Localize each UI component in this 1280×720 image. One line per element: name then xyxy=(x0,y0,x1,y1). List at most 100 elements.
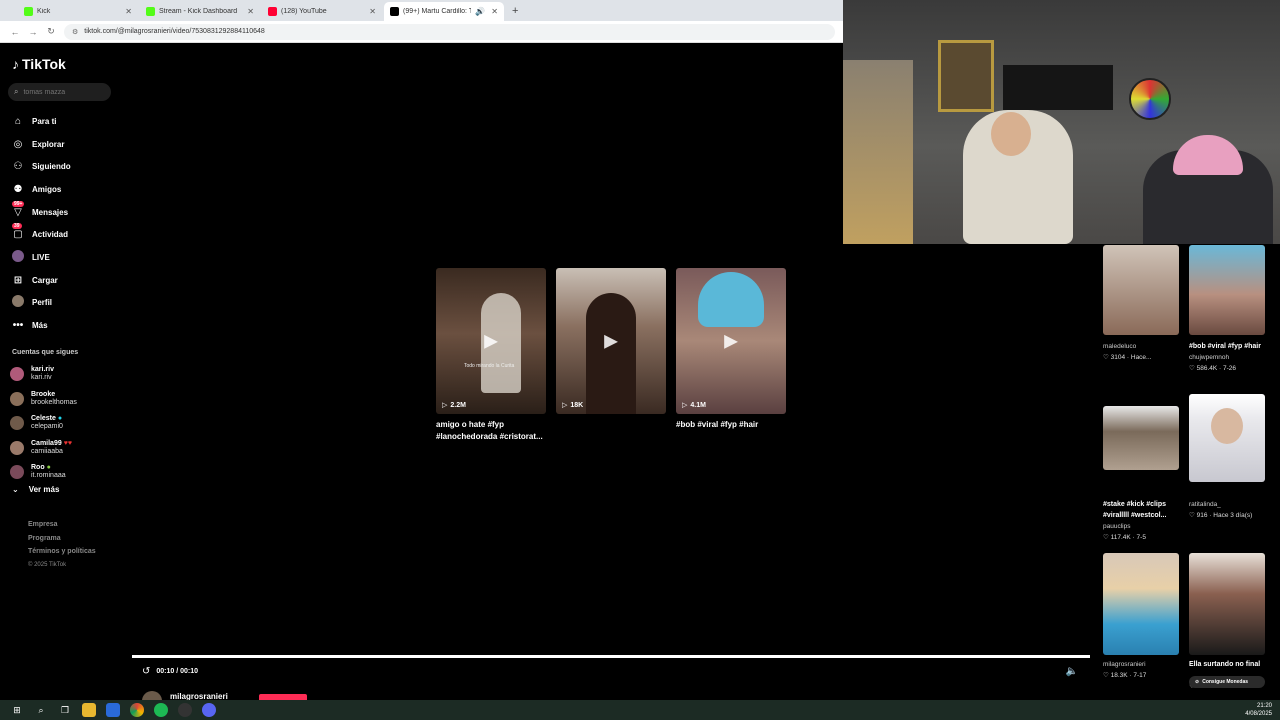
play-icon: ▶ xyxy=(484,330,498,351)
address-bar: ← → ↻ ⚙ tiktok.com/@milagrosranieri/vide… xyxy=(0,21,843,43)
spotify-icon[interactable] xyxy=(154,703,168,717)
recommended-video[interactable] xyxy=(1103,406,1179,470)
profile-icon xyxy=(10,295,26,310)
following-account[interactable]: kari.riv kari.riv xyxy=(10,362,77,387)
speaker-icon[interactable]: 🔊 xyxy=(475,7,485,16)
menu-item-amigos[interactable]: ⚉ Amigos xyxy=(10,178,71,201)
new-tab-button[interactable]: + xyxy=(506,2,524,21)
wheel xyxy=(1129,78,1171,120)
video-card[interactable]: Todo mirando la Curita ▶ ▷ 2.2M xyxy=(436,268,546,414)
recommended-video[interactable] xyxy=(1103,553,1179,655)
recommended-title[interactable]: #stake #kick #clips #viralllll #westcol.… xyxy=(1103,499,1185,521)
video-card[interactable]: ▶ ▷ 4.1M xyxy=(676,268,786,414)
view-count: ▷ 4.1M xyxy=(682,401,706,410)
browser-tab-kick[interactable]: Kick ✕ xyxy=(18,2,138,21)
recommended-video[interactable] xyxy=(1189,394,1265,482)
reload-icon[interactable]: ↻ xyxy=(42,26,60,37)
messages-badge: 99+ xyxy=(12,200,25,207)
chevron-down-icon: ⌄ xyxy=(12,485,19,494)
windows-start-icon[interactable]: ⊞ xyxy=(10,703,24,717)
following-account[interactable]: Camila99 ♥♥ camiiaaba xyxy=(10,436,77,461)
menu-item-mensajes[interactable]: ▽ 99+ Mensajes xyxy=(10,200,71,224)
menu-item-cargar[interactable]: ⊞ Cargar xyxy=(10,269,71,292)
menu-item-perfil[interactable]: Perfil xyxy=(10,292,71,315)
account-user: camiiaaba xyxy=(31,447,63,455)
browser-tab-youtube[interactable]: (128) YouTube ✕ xyxy=(262,2,382,21)
menu-item-explorar[interactable]: ◎ Explorar xyxy=(10,133,71,156)
video-caption[interactable]: #bob #viral #fyp #hair xyxy=(676,419,791,431)
footer-link-empresa[interactable]: Empresa xyxy=(28,518,96,532)
account-name: Roo ● xyxy=(31,464,51,472)
video-card[interactable]: ▶ ▷ 18K xyxy=(556,268,666,414)
recommended-stats: ♡ 916 · Hace 3 día(s) xyxy=(1189,512,1253,519)
playback-time: 00:10 / 00:10 xyxy=(156,667,199,675)
search-box[interactable]: ⌕ xyxy=(8,83,111,101)
recommended-video[interactable] xyxy=(1189,553,1265,655)
back-icon[interactable]: ← xyxy=(6,27,24,37)
recommended-video[interactable] xyxy=(1189,245,1265,335)
thumbnail-cap xyxy=(698,272,764,327)
recommended-title[interactable]: Ella surtando no final xyxy=(1189,659,1271,670)
avatar xyxy=(10,440,24,455)
following-account[interactable]: Celeste ● celepami0 xyxy=(10,411,77,436)
url-input[interactable]: ⚙ tiktok.com/@milagrosranieri/video/7530… xyxy=(64,23,835,40)
browser-tab-tiktok[interactable]: (99+) Martu Cardillo: Todo 🔊 ✕ xyxy=(384,2,504,21)
forward-icon[interactable]: → xyxy=(24,27,42,37)
footer-link-terminos[interactable]: Términos y políticas xyxy=(28,545,96,559)
store-icon[interactable] xyxy=(106,703,120,717)
video-caption[interactable]: amigo o hate #fyp #lanochedorada #cristo… xyxy=(436,419,551,443)
recommended-info: #stake #kick #clips #viralllll #westcol.… xyxy=(1103,499,1185,543)
messages-icon: ▽ xyxy=(14,206,22,218)
author-username[interactable]: milagrosranieri xyxy=(170,692,228,700)
replay-icon[interactable]: ↺ xyxy=(142,666,150,677)
recommended-author[interactable]: maledeluco xyxy=(1103,341,1183,352)
obs-icon[interactable] xyxy=(178,703,192,717)
tiktok-logo[interactable]: ♪ TikTok xyxy=(12,56,66,72)
search-input[interactable] xyxy=(23,88,104,96)
recommended-author[interactable]: chujwpemnoh xyxy=(1189,352,1269,363)
play-icon: ▶ xyxy=(724,330,738,351)
ver-mas-button[interactable]: ⌄ Ver más xyxy=(12,485,59,494)
search-icon: ⌕ xyxy=(14,87,19,96)
video-author-bar: milagrosranieri xyxy=(132,686,1090,700)
close-tab-icon[interactable]: ✕ xyxy=(247,7,254,16)
taskbar-clock[interactable]: 21:20 4/08/2025 xyxy=(1245,702,1272,718)
recommended-author[interactable]: milagrosranieri xyxy=(1103,659,1185,670)
recommended-title[interactable]: #bob #viral #fyp #hair xyxy=(1189,341,1269,352)
recommended-info: #bob #viral #fyp #hair chujwpemnoh ♡ 586… xyxy=(1189,341,1269,374)
browser-tab-kick-dashboard[interactable]: Stream - Kick Dashboard ✕ xyxy=(140,2,260,21)
emoji-icon: ♥♥ xyxy=(63,439,73,447)
menu-item-live[interactable]: LIVE xyxy=(10,246,71,269)
close-tab-icon[interactable]: ✕ xyxy=(369,7,376,16)
recommended-video[interactable] xyxy=(1103,245,1179,335)
consigue-monedas-button[interactable]: ⊘ Consigue Monedas xyxy=(1189,676,1265,688)
verified-icon: ● xyxy=(57,415,63,423)
close-tab-icon[interactable]: ✕ xyxy=(491,7,498,16)
following-account[interactable]: Brooke brookelthomas xyxy=(10,387,77,412)
discord-icon[interactable] xyxy=(202,703,216,717)
recommended-stats: ♡ 3104 · Hace... xyxy=(1103,354,1152,361)
following-account[interactable]: Roo ● it.rominaaa xyxy=(10,460,77,485)
avatar[interactable] xyxy=(142,691,162,700)
volume-icon[interactable]: 🔈 xyxy=(1066,666,1078,677)
menu-item-siguiendo[interactable]: ⚇ Siguiendo xyxy=(10,155,71,178)
menu-item-para-ti[interactable]: ⌂ Para ti xyxy=(10,110,71,133)
following-icon: ⚇ xyxy=(13,161,23,173)
file-explorer-icon[interactable] xyxy=(82,703,96,717)
menu-item-mas[interactable]: ••• Más xyxy=(10,314,71,337)
close-tab-icon[interactable]: ✕ xyxy=(125,7,132,16)
heart-icon: ♡ xyxy=(1189,512,1195,519)
thumbnail-text: Todo mirando la Curita xyxy=(464,363,515,369)
chrome-icon[interactable] xyxy=(130,703,144,717)
following-list: kari.riv kari.riv Brooke brookelthomas Cel… xyxy=(10,362,77,485)
sidebar: ♪ TikTok ⌕ ⌂ Para ti ◎ Explorar ⚇ Siguiendo… xyxy=(0,44,122,694)
site-info-icon[interactable]: ⚙ xyxy=(72,28,78,36)
search-icon[interactable]: ⌕ xyxy=(34,703,48,717)
recommended-author[interactable]: ratitalinda_ xyxy=(1189,499,1271,510)
recommended-author[interactable]: pauuclips xyxy=(1103,521,1185,532)
menu-item-actividad[interactable]: ▢ 39 Actividad xyxy=(10,223,71,246)
recommended-stats: ♡ 18.3K · 7-17 xyxy=(1103,672,1147,679)
footer-link-programa[interactable]: Programa xyxy=(28,532,96,546)
account-name: Celeste ● xyxy=(31,415,63,423)
task-view-icon[interactable]: ❐ xyxy=(58,703,72,717)
